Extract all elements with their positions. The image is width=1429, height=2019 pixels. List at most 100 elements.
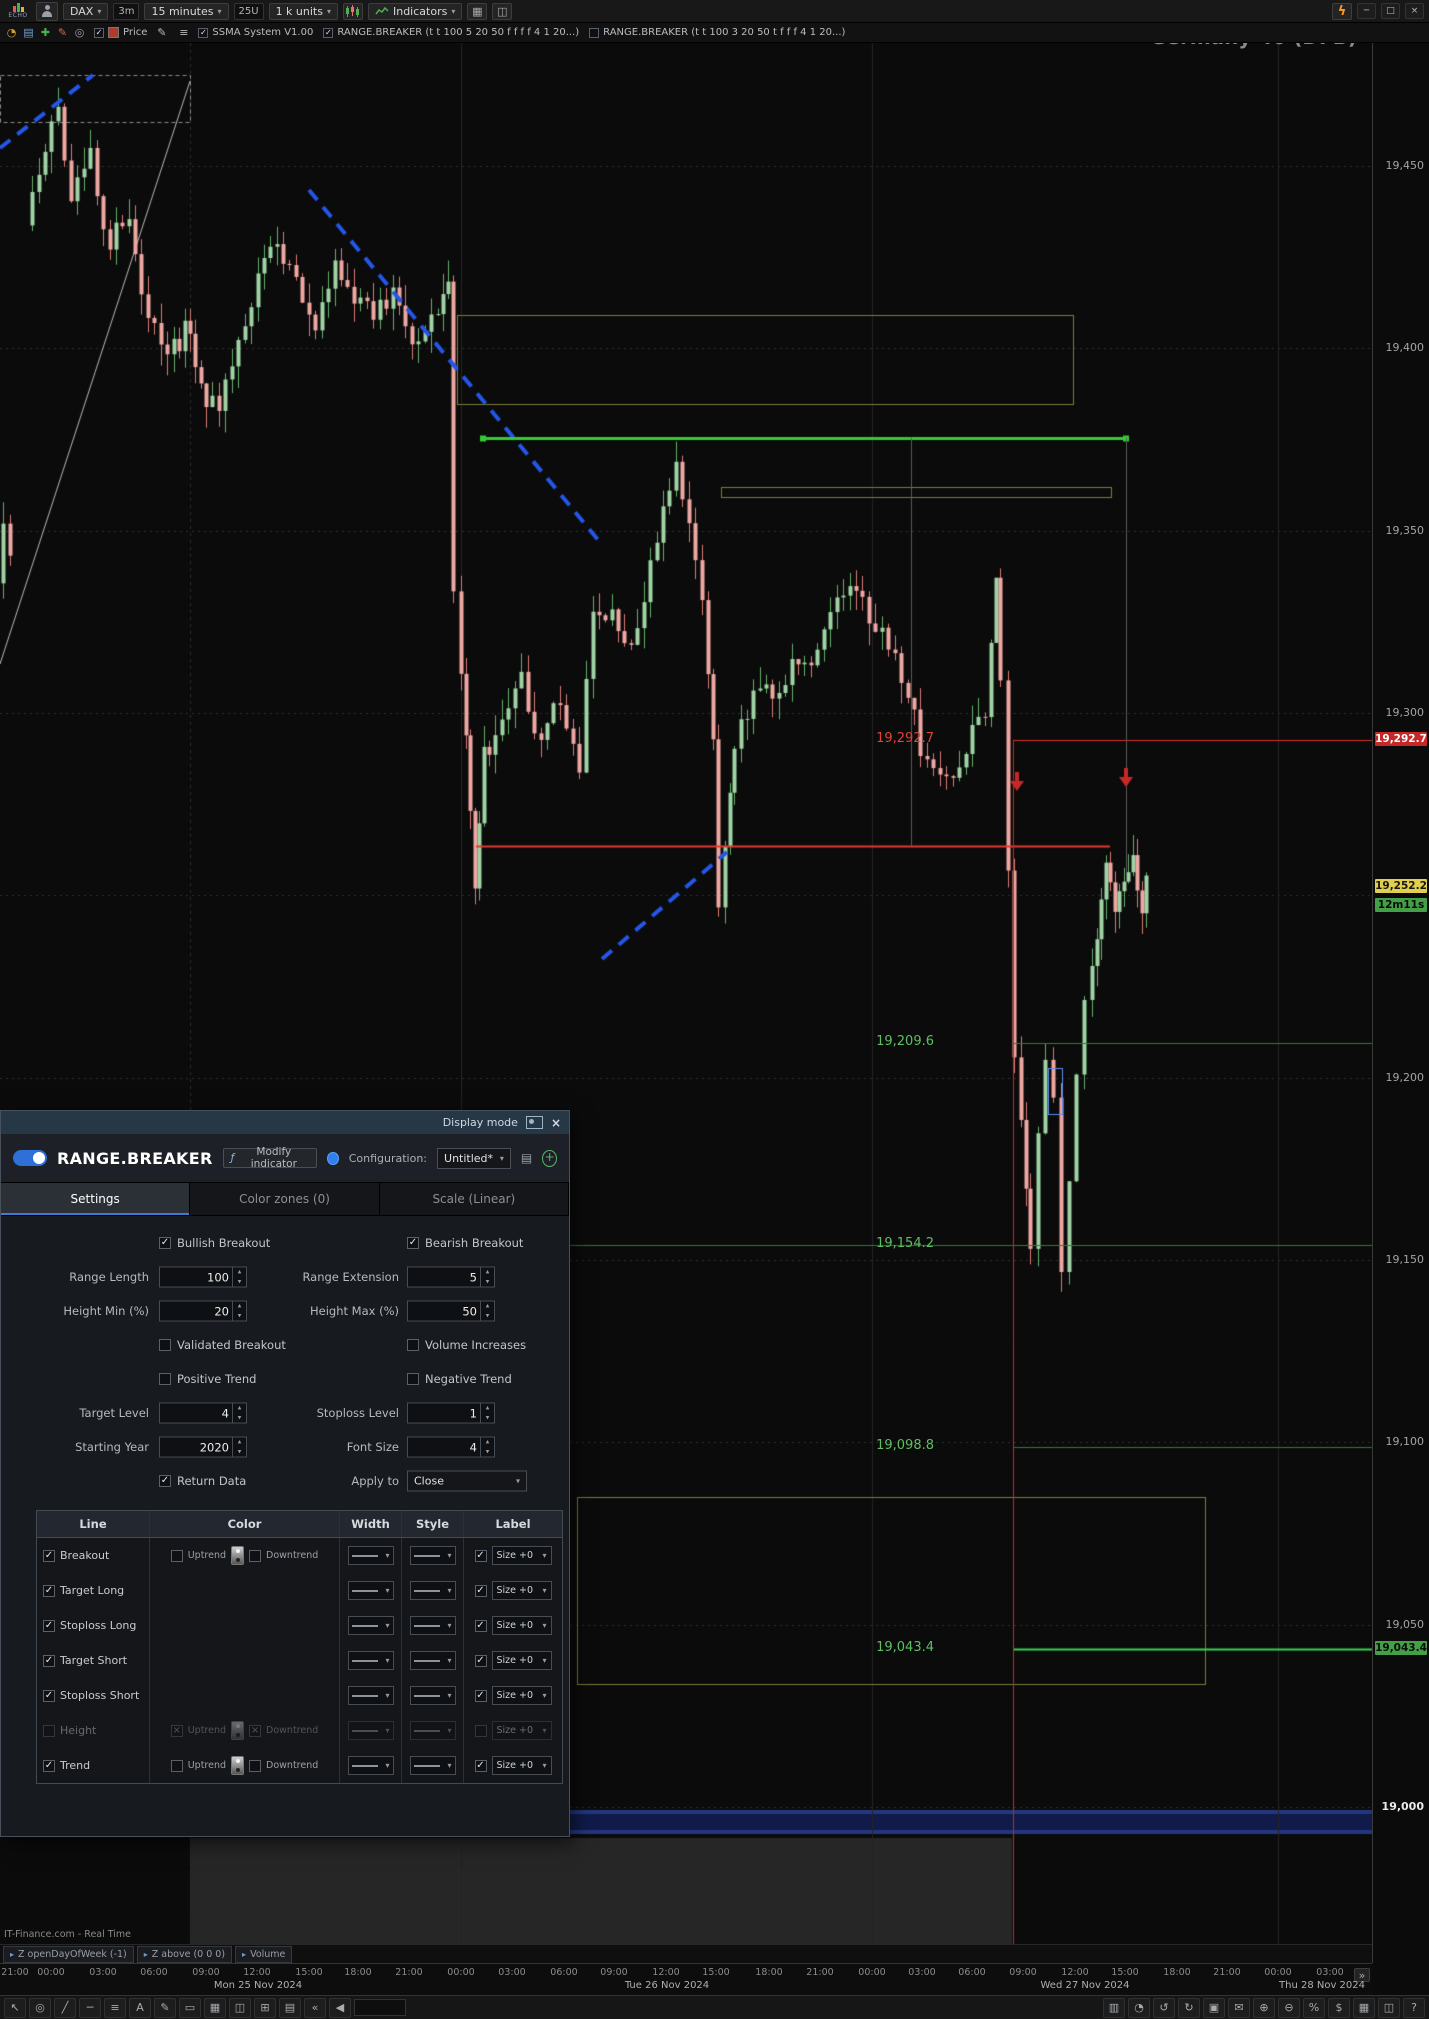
style-select[interactable]: ▾ bbox=[409, 1686, 456, 1705]
style-select[interactable]: ▾ bbox=[409, 1546, 456, 1565]
percent-icon[interactable]: % bbox=[1303, 1997, 1325, 2018]
time-axis[interactable]: » 21:00 00:00 03:00 06:00 09:00 12:00 15:00 18:… bbox=[0, 1963, 1372, 1996]
timeframe-select[interactable]: 15 minutes ▾ bbox=[144, 2, 229, 20]
line-checkbox[interactable]: ✓ bbox=[43, 1759, 55, 1772]
width-select[interactable]: ▾ bbox=[347, 1616, 394, 1635]
checkbox-bullish-breakout[interactable]: ✓ Bullish Breakout bbox=[159, 1236, 270, 1250]
checkbox-box[interactable]: ✓ bbox=[198, 27, 209, 38]
indicator-color-dot[interactable] bbox=[327, 1151, 339, 1165]
label-checkbox[interactable]: ✓ bbox=[474, 1759, 487, 1772]
line-checkbox[interactable]: ✓ bbox=[43, 1549, 55, 1562]
label-checkbox[interactable] bbox=[474, 1724, 487, 1737]
pointer-tool-icon[interactable]: ↖ bbox=[4, 1997, 26, 2018]
style-select[interactable]: ▾ bbox=[409, 1651, 456, 1670]
line-checkbox[interactable] bbox=[43, 1724, 55, 1737]
stepper-down-icon[interactable]: ▾ bbox=[481, 1277, 494, 1287]
split-view-icon[interactable]: ◫ bbox=[492, 2, 513, 20]
duplicate-config-icon[interactable]: ▤ bbox=[521, 1151, 532, 1165]
zoom-out-icon[interactable]: ⊖ bbox=[1278, 1997, 1300, 2018]
trendline-tool-icon[interactable]: ╱ bbox=[54, 1997, 76, 2018]
checkbox-box[interactable] bbox=[159, 1373, 171, 1385]
stepper-up-icon[interactable]: ▴ bbox=[233, 1302, 246, 1312]
size-select[interactable]: Size +0 ▾ bbox=[491, 1686, 552, 1705]
scroll-fast-left-icon[interactable]: « bbox=[304, 1997, 326, 2018]
tab-settings[interactable]: Settings bbox=[1, 1183, 191, 1215]
stepper[interactable]: ▴ ▾ bbox=[232, 1437, 246, 1457]
layer-item-ssma-system-v1-00[interactable]: ✓ SSMA System V1.00 bbox=[198, 27, 313, 38]
field-input-starting-year[interactable] bbox=[160, 1437, 232, 1457]
stepper-down-icon[interactable]: ▾ bbox=[233, 1413, 246, 1423]
label-checkbox[interactable]: ✓ bbox=[474, 1654, 487, 1667]
stepper-down-icon[interactable]: ▾ bbox=[233, 1277, 246, 1287]
size-select[interactable]: Size +0 ▾ bbox=[491, 1546, 552, 1565]
color-swatch[interactable] bbox=[231, 1756, 245, 1775]
app-logo-icon[interactable]: ECHO bbox=[5, 3, 31, 19]
units-select[interactable]: 1 k units ▾ bbox=[268, 2, 338, 20]
bars-count-input[interactable] bbox=[354, 1999, 406, 2016]
label-checkbox[interactable]: ✓ bbox=[474, 1619, 487, 1632]
tab-scale-linear[interactable]: Scale (Linear) bbox=[379, 1183, 569, 1215]
pane-tab-volume[interactable]: ▸ Volume bbox=[235, 1945, 293, 1963]
objects-list-icon[interactable]: ▤ bbox=[279, 1997, 301, 2018]
grid-tool-icon[interactable]: ▦ bbox=[204, 1997, 226, 2018]
clock-icon[interactable]: ◔ bbox=[1128, 1997, 1150, 2018]
stepper-down-icon[interactable]: ▾ bbox=[481, 1447, 494, 1457]
uptrend-checkbox[interactable] bbox=[170, 1549, 183, 1562]
line-checkbox[interactable]: ✓ bbox=[43, 1584, 55, 1597]
color-swatch[interactable] bbox=[231, 1546, 245, 1565]
indicators-button[interactable]: Indicators ▾ bbox=[367, 2, 463, 20]
checkbox-box[interactable] bbox=[407, 1373, 419, 1385]
display-mode-icon[interactable] bbox=[525, 1116, 543, 1129]
downtrend-checkbox[interactable] bbox=[249, 1759, 262, 1772]
add-pane-icon[interactable]: ⊞ bbox=[254, 1997, 276, 2018]
realtime-status-icon[interactable]: ϟ bbox=[1332, 2, 1352, 20]
indicator-enabled-toggle[interactable] bbox=[13, 1150, 47, 1166]
configuration-select[interactable]: Untitled* ▾ bbox=[437, 1147, 511, 1169]
fullscreen-icon[interactable]: ◫ bbox=[1378, 1997, 1400, 2018]
user-icon[interactable] bbox=[36, 1, 58, 21]
apply-to-select[interactable]: Close ▾ bbox=[407, 1470, 527, 1492]
dialog-titlebar[interactable]: Display mode × bbox=[1, 1111, 569, 1134]
pane-tab-z-opendayofweek-1[interactable]: ▸ Z openDayOfWeek (-1) bbox=[3, 1945, 134, 1963]
line-checkbox[interactable]: ✓ bbox=[43, 1654, 55, 1667]
text-tool-icon[interactable]: A bbox=[129, 1997, 151, 2018]
calendar-icon[interactable]: ▦ bbox=[1353, 1997, 1375, 2018]
eraser-tool-icon[interactable]: ▭ bbox=[179, 1997, 201, 2018]
layout-grid-icon[interactable]: ▦ bbox=[467, 2, 488, 20]
price-layer-checkbox[interactable]: ✓ Price bbox=[94, 27, 147, 38]
width-select[interactable]: ▾ bbox=[347, 1756, 394, 1775]
pane-tab-z-above-0-0-0[interactable]: ▸ Z above (0 0 0) bbox=[136, 1945, 233, 1963]
fibonacci-tool-icon[interactable]: ≡ bbox=[104, 1997, 126, 2018]
maximize-button[interactable]: □ bbox=[1381, 3, 1400, 19]
expand-pane-icon[interactable]: ▸ bbox=[242, 1950, 246, 1959]
stepper-down-icon[interactable]: ▾ bbox=[481, 1413, 494, 1423]
workspace-icon[interactable]: ▤ bbox=[21, 26, 36, 39]
checkbox-box[interactable]: ✓ bbox=[159, 1475, 171, 1487]
price-axis[interactable]: 19,450 19,400 19,350 19,300 19,200 19,150 19,1… bbox=[1372, 43, 1429, 1963]
minimize-button[interactable]: ─ bbox=[1357, 3, 1376, 19]
tab-color-zones-0[interactable]: Color zones (0) bbox=[190, 1183, 380, 1215]
color-swatch[interactable] bbox=[231, 1721, 245, 1740]
chart-style-button[interactable] bbox=[342, 2, 363, 20]
style-select[interactable]: ▾ bbox=[409, 1581, 456, 1600]
stepper-down-icon[interactable]: ▾ bbox=[481, 1311, 494, 1321]
stepper-up-icon[interactable]: ▴ bbox=[233, 1404, 246, 1414]
edit-price-icon[interactable]: ✎ bbox=[154, 26, 169, 39]
zoom-in-icon[interactable]: ⊕ bbox=[1253, 1997, 1275, 2018]
help-icon[interactable]: ? bbox=[1403, 1997, 1425, 2018]
checkbox-return-data[interactable]: ✓ Return Data bbox=[159, 1474, 246, 1488]
stepper-up-icon[interactable]: ▴ bbox=[481, 1404, 494, 1414]
layer-item-range-breaker-t-t-100-5-20-50-f-f-f-f-4-1-20[interactable]: ✓ RANGE.BREAKER (t t 100 5 20 50 f f f f … bbox=[323, 27, 579, 38]
horizontal-line-tool-icon[interactable]: ─ bbox=[79, 1997, 101, 2018]
stepper-up-icon[interactable]: ▴ bbox=[481, 1438, 494, 1448]
downtrend-checkbox[interactable]: × bbox=[249, 1724, 262, 1737]
layout-tool-icon[interactable]: ◫ bbox=[229, 1997, 251, 2018]
label-checkbox[interactable]: ✓ bbox=[474, 1584, 487, 1597]
crosshair-tool-icon[interactable]: ◎ bbox=[29, 1997, 51, 2018]
size-select[interactable]: Size +0 ▾ bbox=[491, 1616, 552, 1635]
field-input-target-level[interactable] bbox=[160, 1403, 232, 1423]
modify-indicator-button[interactable]: ƒ Modify indicator bbox=[222, 1146, 318, 1170]
checkbox-volume-increases[interactable]: Volume Increases bbox=[407, 1338, 526, 1352]
stepper-down-icon[interactable]: ▾ bbox=[233, 1311, 246, 1321]
mail-icon[interactable]: ✉ bbox=[1228, 1997, 1250, 2018]
